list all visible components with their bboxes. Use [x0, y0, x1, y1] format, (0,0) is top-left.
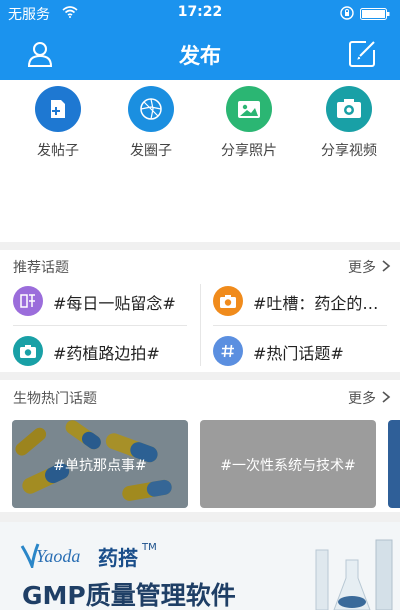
section-divider — [0, 512, 400, 522]
banner-headline: GMP质量管理软件 — [22, 581, 236, 610]
recommended-more-link[interactable]: 更多 — [348, 257, 376, 277]
logo-trademark: TM — [142, 542, 157, 553]
topic-card-partial[interactable] — [388, 420, 400, 508]
photo-action[interactable]: 分享照片 — [199, 86, 299, 159]
video-label: 分享视频 — [321, 143, 377, 159]
topic-item[interactable]: #每日一贴留念# — [13, 278, 193, 322]
divider — [13, 325, 187, 326]
topic-label: #每日一贴留念# — [53, 294, 176, 313]
quick-actions: 发帖子 发圈子 分享照片 分享视频 — [0, 80, 400, 250]
section-divider — [0, 372, 400, 380]
nav-bar: 发布 — [0, 26, 400, 80]
topic-card[interactable]: #一次性系统与技术# — [200, 420, 376, 508]
circle-action[interactable]: 发圈子 — [101, 86, 201, 159]
hash-icon — [213, 336, 243, 366]
recommended-title: 推荐话题 — [13, 260, 69, 276]
compose-icon[interactable] — [346, 38, 378, 70]
logo-chinese: 药搭 — [98, 546, 138, 570]
section-divider — [0, 242, 400, 250]
rotation-lock-icon — [340, 6, 354, 20]
post-label: 发帖子 — [37, 143, 79, 159]
status-bar: 无服务 17:22 — [0, 0, 400, 26]
topic-item[interactable]: #热门话题# — [213, 328, 393, 372]
video-action[interactable]: 分享视频 — [299, 86, 399, 159]
recommended-header: 推荐话题 更多 — [0, 251, 400, 279]
photo-label: 分享照片 — [221, 143, 277, 159]
ad-banner[interactable]: Yaoda 药搭 TM GMP质量管理软件 — [0, 522, 400, 610]
video-icon — [326, 86, 372, 132]
post-action[interactable]: 发帖子 — [8, 86, 108, 159]
topic-label: #热门话题# — [253, 344, 344, 363]
bio-title: 生物热门话题 — [13, 391, 97, 407]
circle-icon — [128, 86, 174, 132]
sticker-icon — [13, 286, 43, 316]
logo-latin: Yaoda — [36, 546, 81, 566]
chevron-right-icon[interactable] — [381, 260, 391, 272]
topic-card[interactable]: #单抗那点事# — [12, 420, 188, 508]
post-icon — [35, 86, 81, 132]
bio-more-link[interactable]: 更多 — [348, 388, 376, 408]
chevron-right-icon[interactable] — [381, 391, 391, 403]
battery-icon — [360, 8, 390, 20]
photo-icon — [226, 86, 272, 132]
divider — [213, 325, 387, 326]
topic-item[interactable]: #药植路边拍# — [13, 328, 193, 372]
topic-card-label: #单抗那点事# — [53, 458, 147, 474]
topic-label: #药植路边拍# — [53, 344, 160, 363]
lab-glassware-image — [315, 539, 393, 610]
camera-icon — [13, 336, 43, 366]
camera-icon — [213, 286, 243, 316]
topic-label: #吐槽：药企的… — [253, 294, 379, 313]
page-title: 发布 — [179, 44, 221, 68]
divider — [200, 284, 201, 366]
topic-item[interactable]: #吐槽：药企的… — [213, 278, 393, 322]
topic-card-label: #一次性系统与技术# — [220, 458, 356, 474]
circle-label: 发圈子 — [130, 143, 172, 159]
bio-header: 生物热门话题 更多 — [0, 382, 400, 410]
